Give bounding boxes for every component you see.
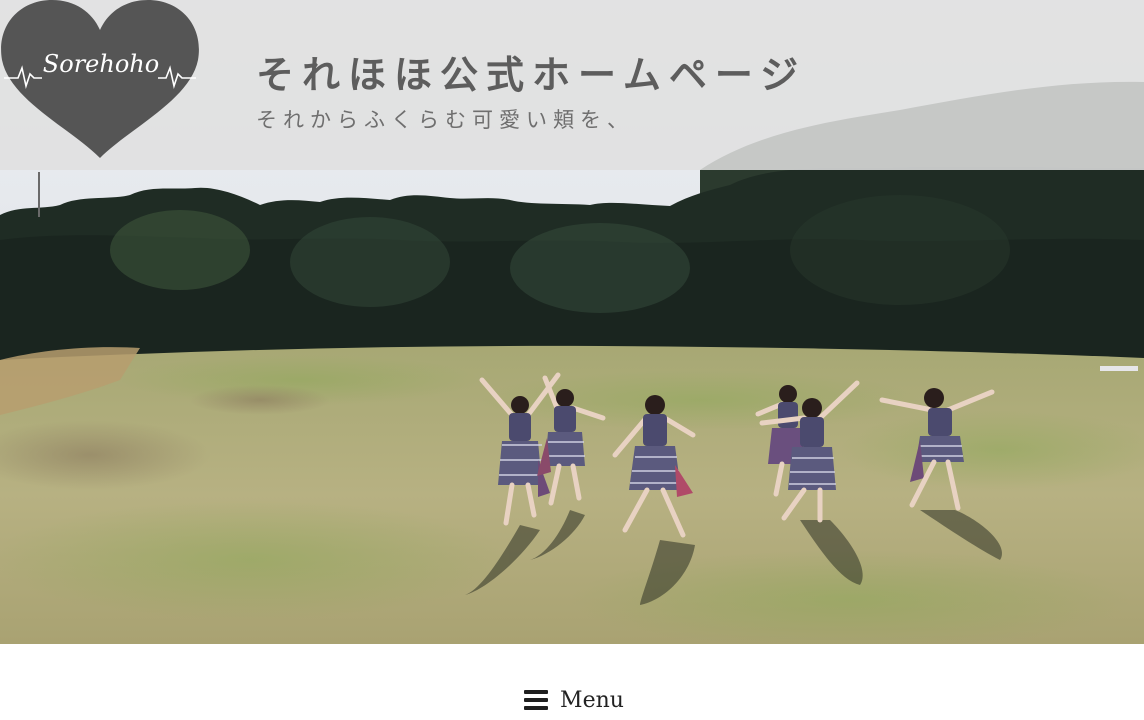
- site-title[interactable]: それほほ公式ホームページ: [256, 44, 806, 99]
- site-tagline: それからふくらむ可愛い頬を、: [256, 108, 634, 132]
- site-logo[interactable]: Sorehoho: [0, 0, 200, 160]
- menu-toggle-button[interactable]: Menu: [522, 682, 626, 718]
- heart-logo-icon: [1, 0, 199, 158]
- logo-text: Sorehoho: [42, 50, 160, 78]
- page: Sorehoho それほほ公式ホームページ それからふくらむ可愛い頬を、 Men…: [0, 0, 1144, 720]
- menu-label: Menu: [560, 687, 624, 713]
- hamburger-icon: [524, 690, 549, 710]
- site-header: Sorehoho それほほ公式ホームページ それからふくらむ可愛い頬を、: [0, 0, 1144, 170]
